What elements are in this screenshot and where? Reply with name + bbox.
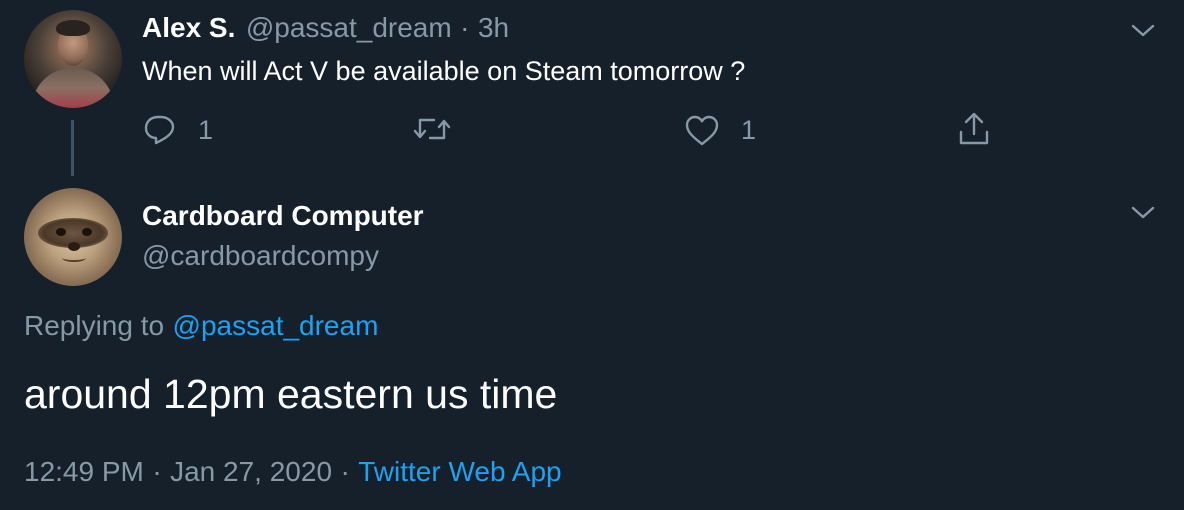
reply-button[interactable]: 1	[142, 112, 213, 148]
like-count: 1	[741, 114, 757, 145]
separator-dot: ·	[340, 456, 350, 487]
replying-to-handle[interactable]: @passat_dream	[173, 310, 379, 341]
separator-dot: ·	[152, 456, 162, 487]
tweet-time[interactable]: 3h	[478, 12, 509, 43]
avatar-alex[interactable]	[24, 10, 122, 108]
tweet-header: Alex S. @passat_dream · 3h	[142, 12, 509, 44]
tweet-source-link[interactable]: Twitter Web App	[358, 456, 561, 487]
reply-author-handle[interactable]: @cardboardcompy	[142, 240, 379, 272]
reply-icon	[142, 113, 178, 147]
retweet-icon	[412, 112, 452, 146]
like-icon	[683, 113, 721, 147]
retweet-button[interactable]	[412, 112, 452, 146]
tweet-meta: 12:49 PM · Jan 27, 2020 · Twitter Web Ap…	[24, 456, 562, 488]
tweet-time[interactable]: 12:49 PM	[24, 456, 144, 487]
reply-author-name[interactable]: Cardboard Computer	[142, 200, 424, 232]
tweet-date[interactable]: Jan 27, 2020	[170, 456, 332, 487]
replying-to: Replying to @passat_dream	[24, 310, 378, 342]
avatar-cardboard-computer[interactable]	[24, 188, 122, 286]
replying-to-label: Replying to	[24, 310, 165, 341]
thread-connector-line	[71, 120, 74, 176]
share-button[interactable]	[956, 110, 992, 148]
share-icon	[956, 110, 992, 148]
author-name[interactable]: Alex S.	[142, 12, 235, 43]
chevron-down-icon[interactable]	[1128, 200, 1158, 224]
reply-count: 1	[198, 114, 214, 145]
reply-text: around 12pm eastern us time	[24, 371, 558, 417]
author-handle[interactable]: @passat_dream	[246, 12, 452, 43]
tweet-text: When will Act V be available on Steam to…	[142, 56, 746, 86]
chevron-down-icon[interactable]	[1128, 18, 1158, 42]
separator-dot: ·	[460, 12, 470, 43]
like-button[interactable]: 1	[683, 112, 756, 148]
